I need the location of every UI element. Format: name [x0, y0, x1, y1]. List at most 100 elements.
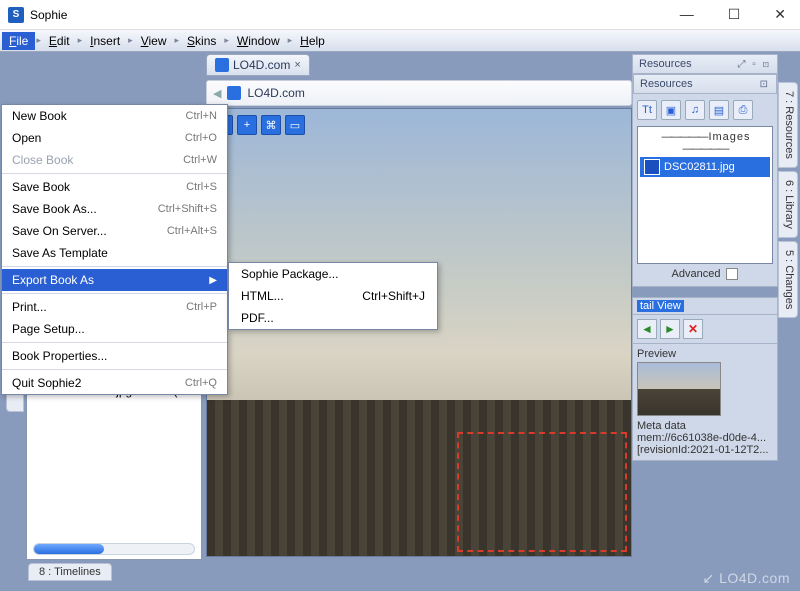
menu-skins[interactable]: Skins	[180, 32, 223, 50]
menu-item[interactable]: New BookCtrl+N	[2, 105, 227, 127]
tab-close-icon[interactable]: ×	[294, 59, 300, 71]
right-tab-library[interactable]: 6 : Library	[778, 171, 798, 238]
detail-body: Preview Meta data mem://6c61038e-d0de-4.…	[632, 344, 778, 461]
menu-item-shortcut: Ctrl+O	[185, 132, 217, 144]
detail-nav-row: ◄ ► ✕	[632, 315, 778, 344]
menu-item[interactable]: Save BookCtrl+S	[2, 176, 227, 198]
menu-item-shortcut: Ctrl+Alt+S	[167, 225, 217, 237]
menu-item-label: Export Book As	[12, 273, 94, 287]
editor-canvas[interactable]: ▤ + ⌘ ▭	[206, 108, 632, 557]
advanced-row: Advanced	[637, 264, 773, 282]
image-list: Images DSC02811.jpg	[637, 126, 773, 264]
image-list-item[interactable]: DSC02811.jpg	[640, 157, 770, 177]
resources-header-label: Resources	[639, 58, 692, 70]
detail-header-label: tail View	[637, 300, 684, 312]
maximize-button[interactable]: ☐	[722, 4, 747, 25]
image-item-label: DSC02811.jpg	[664, 161, 735, 173]
menu-view[interactable]: View	[134, 32, 174, 50]
menu-insert[interactable]: Insert	[83, 32, 127, 50]
menu-item[interactable]: Page Setup...	[2, 318, 227, 340]
breadcrumb: ◀ LO4D.com	[206, 80, 632, 106]
submenu-item-shortcut: Ctrl+Shift+J	[362, 289, 425, 303]
image-list-spacer	[640, 177, 770, 261]
menu-item-shortcut: Ctrl+W	[183, 154, 217, 166]
resources-panel-header[interactable]: Resources ⤢ ▫ ⊡	[632, 54, 778, 74]
chevron-back-icon[interactable]: ◀	[213, 87, 221, 100]
detail-header[interactable]: tail View	[632, 297, 778, 315]
audio-resource-icon[interactable]: ♫	[685, 100, 705, 120]
submenu-item-label: HTML...	[241, 289, 284, 303]
submenu-item[interactable]: HTML... Ctrl+Shift+J	[229, 285, 437, 307]
advanced-checkbox[interactable]	[726, 268, 738, 280]
resources-panel: Resources ⊡ Tt ▣ ♫ ▤ ⎙ Images DSC02811.j…	[632, 74, 778, 287]
menu-window[interactable]: Window	[230, 32, 287, 50]
menu-item[interactable]: Save On Server...Ctrl+Alt+S	[2, 220, 227, 242]
selection-rectangle[interactable]	[457, 432, 627, 552]
close-button[interactable]: ✕	[768, 4, 792, 25]
menu-bar: File▸ Edit▸ Insert▸ View▸ Skins▸ Window▸…	[0, 30, 800, 52]
menu-item-label: Page Setup...	[12, 322, 85, 336]
advanced-label: Advanced	[672, 268, 721, 280]
bottom-tab-timelines[interactable]: 8 : Timelines	[28, 563, 112, 581]
right-sidebar: Resources ⤢ ▫ ⊡ Resources ⊡ Tt ▣ ♫ ▤ ⎙ I…	[632, 54, 778, 579]
next-button[interactable]: ►	[660, 319, 680, 339]
image-thumb-icon	[644, 159, 660, 175]
submenu-arrow-icon: ▶	[209, 275, 217, 286]
prev-button[interactable]: ◄	[637, 319, 657, 339]
menu-edit[interactable]: Edit	[42, 32, 77, 50]
right-tab-resources[interactable]: 7 : Resources	[778, 82, 798, 168]
panel-header-controls[interactable]: ⤢ ▫ ⊡	[738, 59, 771, 70]
video-resource-icon[interactable]: ▤	[709, 100, 729, 120]
menu-item[interactable]: Save As Template	[2, 242, 227, 264]
preview-thumbnail[interactable]	[637, 362, 721, 416]
text-resource-icon[interactable]: Tt	[637, 100, 657, 120]
image-resource-icon[interactable]: ▣	[661, 100, 681, 120]
minimize-button[interactable]: —	[674, 4, 700, 25]
app-icon: S	[8, 7, 24, 23]
menu-item[interactable]: Export Book As ▶	[2, 269, 227, 291]
tree-scrollbar[interactable]	[33, 543, 195, 555]
export-submenu: Sophie Package... HTML... Ctrl+Shift+J PDF.…	[228, 262, 438, 330]
app-title: Sophie	[30, 8, 67, 22]
document-tab[interactable]: LO4D.com ×	[206, 54, 310, 76]
submenu-item-label: PDF...	[241, 311, 274, 325]
workspace: 1 : Boo ⊖Page ⊕DSC02811.jpg Frame (i 8 :…	[0, 52, 800, 591]
image-group-title: Images	[640, 129, 770, 157]
menu-separator	[2, 342, 227, 343]
submenu-item[interactable]: PDF...	[229, 307, 437, 329]
image-tool-button[interactable]: ▭	[285, 115, 305, 135]
submenu-item-label: Sophie Package...	[241, 267, 338, 281]
add-tool-button[interactable]: +	[237, 115, 257, 135]
menu-item[interactable]: Quit Sophie2Ctrl+Q	[2, 372, 227, 394]
right-side-tabs: 7 : Resources 6 : Library 5 : Changes	[778, 82, 798, 318]
title-bar: S Sophie — ☐ ✕	[0, 0, 800, 30]
menu-item-label: Save As Template	[12, 246, 108, 260]
menu-item: Close BookCtrl+W	[2, 149, 227, 171]
menu-item[interactable]: Open Ctrl+O	[2, 127, 227, 149]
menu-separator	[2, 369, 227, 370]
menu-file[interactable]: File	[2, 32, 35, 50]
menu-item-label: Open	[12, 131, 41, 145]
submenu-item[interactable]: Sophie Package...	[229, 263, 437, 285]
menu-item-shortcut: Ctrl+N	[186, 110, 217, 122]
menu-item[interactable]: Print...Ctrl+P	[2, 296, 227, 318]
link-tool-button[interactable]: ⌘	[261, 115, 281, 135]
menu-item[interactable]: Save Book As... Ctrl+Shift+S	[2, 198, 227, 220]
pdf-resource-icon[interactable]: ⎙	[733, 100, 753, 120]
menu-help[interactable]: Help	[293, 32, 332, 50]
menu-item-shortcut: Ctrl+Shift+S	[158, 203, 217, 215]
delete-button[interactable]: ✕	[683, 319, 703, 339]
menu-separator	[2, 293, 227, 294]
metadata-line-2: [revisionId:2021-01-12T2...	[637, 444, 773, 456]
panel-expand-icon[interactable]: ⊡	[760, 79, 770, 90]
metadata-line-1: mem://6c61038e-d0de-4...	[637, 432, 773, 444]
menu-item[interactable]: Book Properties...	[2, 345, 227, 367]
breadcrumb-segment[interactable]: LO4D.com	[247, 86, 304, 100]
menu-item-label: Save Book As...	[12, 202, 97, 216]
menu-item-shortcut: Ctrl+Q	[185, 377, 217, 389]
watermark: ↙ LO4D.com	[702, 570, 790, 587]
resources-subheader[interactable]: Resources ⊡	[633, 74, 777, 94]
tree-scroll-thumb[interactable]	[34, 544, 104, 554]
menu-item-shortcut: Ctrl+S	[186, 181, 217, 193]
right-tab-changes[interactable]: 5 : Changes	[778, 241, 798, 318]
